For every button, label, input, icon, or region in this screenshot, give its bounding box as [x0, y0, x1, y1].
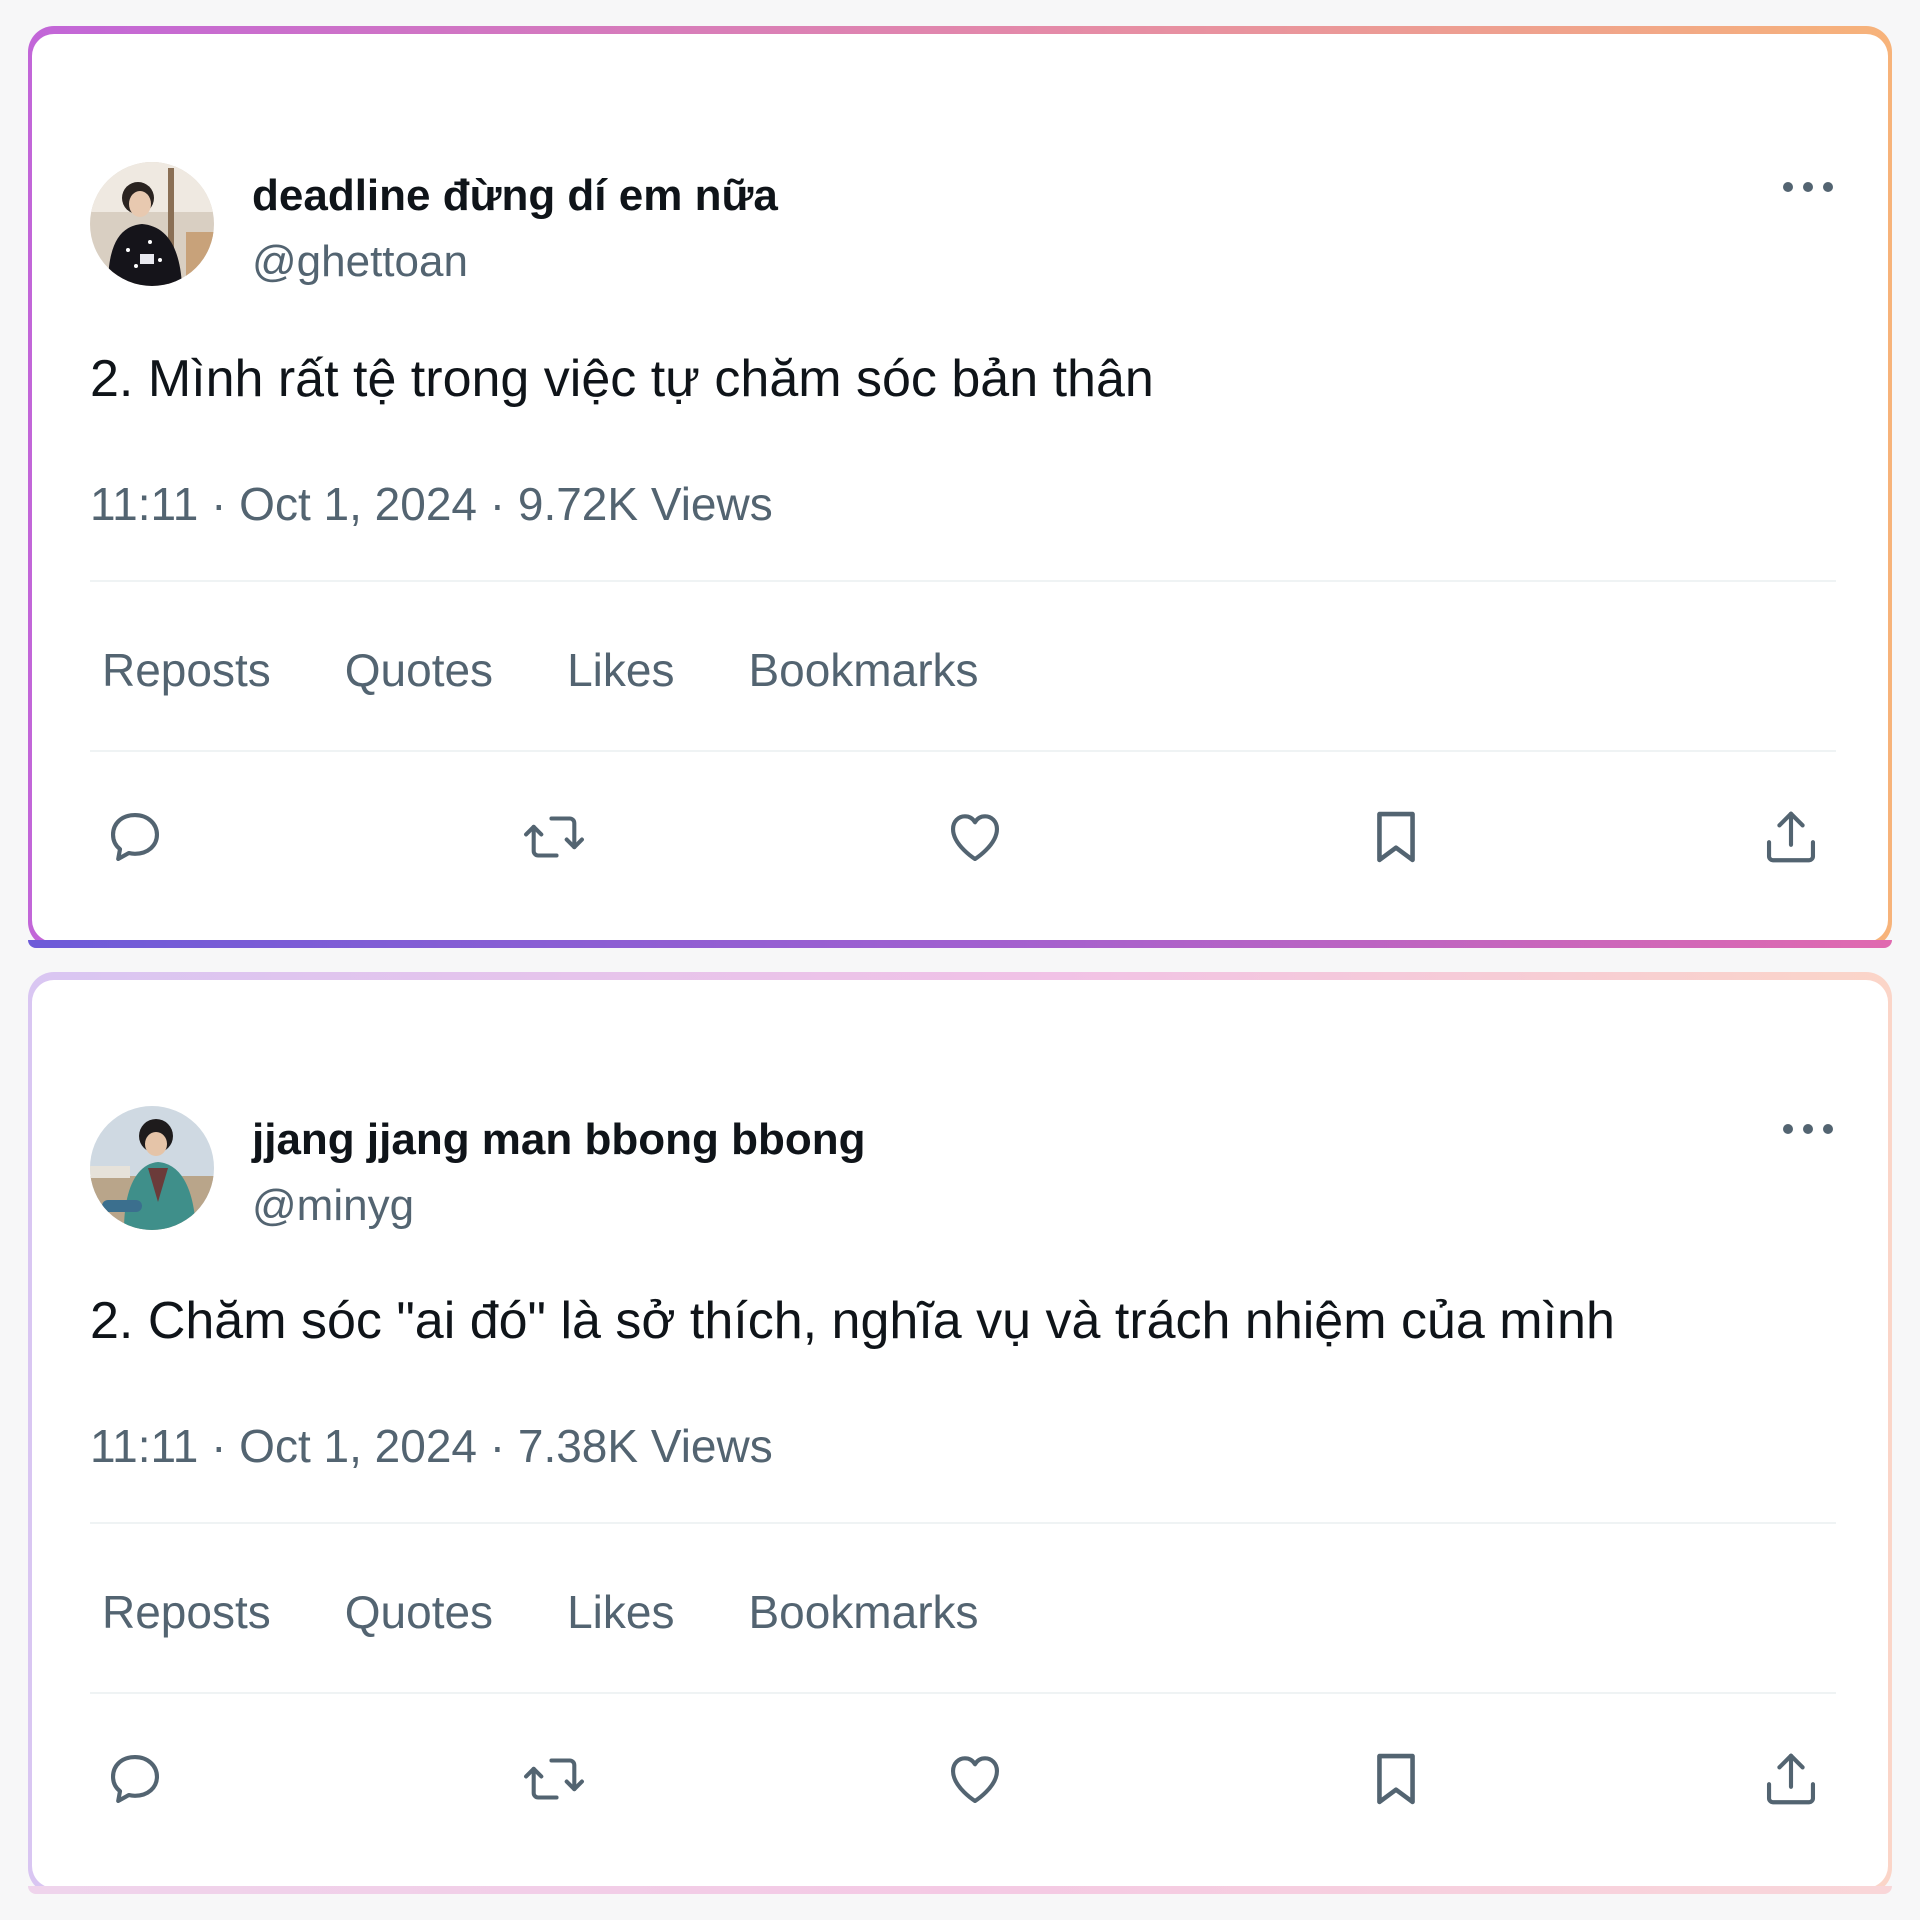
stat-bookmarks[interactable]: Bookmarks	[748, 1580, 978, 1644]
tweet-text: 2. Chăm sóc "ai đó" là sở thích, nghĩa v…	[90, 1292, 1615, 1350]
author-names: jjang jjang man bbong bbong @minyg	[252, 1106, 866, 1240]
stat-quotes[interactable]: Quotes	[345, 1580, 493, 1644]
bookmark-button[interactable]	[1351, 792, 1441, 882]
stat-quotes[interactable]: Quotes	[345, 638, 493, 702]
tweet-actions	[90, 792, 1836, 882]
tweet-text: 2. Mình rất tệ trong việc tự chăm sóc bả…	[90, 350, 1154, 408]
stat-reposts[interactable]: Reposts	[102, 638, 271, 702]
tweet-card-frame: jjang jjang man bbong bbong @minyg 2. Ch…	[28, 972, 1892, 1894]
divider	[90, 750, 1836, 752]
heart-icon	[950, 814, 1000, 862]
author-handle[interactable]: @ghettoan	[252, 228, 778, 296]
reply-button[interactable]	[90, 792, 180, 882]
more-horizontal-icon[interactable]	[1780, 172, 1836, 202]
tweet-card-frame: deadline đừng dí em nữa @ghettoan 2. Mìn…	[28, 26, 1892, 948]
stat-reposts[interactable]: Reposts	[102, 1580, 271, 1644]
divider	[90, 1522, 1836, 1524]
stat-bookmarks[interactable]: Bookmarks	[748, 638, 978, 702]
bookmark-icon	[1377, 1753, 1415, 1805]
share-icon	[1766, 811, 1816, 863]
author-names: deadline đừng dí em nữa @ghettoan	[252, 162, 778, 296]
reply-button[interactable]	[90, 1734, 180, 1824]
avatar[interactable]	[90, 162, 214, 286]
share-icon	[1766, 1753, 1816, 1805]
reply-icon	[110, 1754, 160, 1804]
divider	[90, 1692, 1836, 1694]
stat-likes[interactable]: Likes	[567, 1580, 674, 1644]
tweet-card: deadline đừng dí em nữa @ghettoan 2. Mìn…	[32, 34, 1888, 942]
like-button[interactable]	[930, 1734, 1020, 1824]
repost-icon	[524, 816, 584, 858]
tweet-header: jjang jjang man bbong bbong @minyg	[90, 1106, 866, 1240]
bookmark-icon	[1377, 811, 1415, 863]
share-button[interactable]	[1746, 792, 1836, 882]
tweet-meta: 11:11 · Oct 1, 2024 · 9.72K Views	[90, 478, 773, 530]
heart-icon	[950, 1756, 1000, 1804]
more-horizontal-icon[interactable]	[1780, 1114, 1836, 1144]
author-display-name[interactable]: deadline đừng dí em nữa	[252, 164, 778, 228]
tweet-card: jjang jjang man bbong bbong @minyg 2. Ch…	[32, 980, 1888, 1888]
repost-button[interactable]	[509, 792, 599, 882]
tweet-stats: Reposts Quotes Likes Bookmarks	[102, 638, 1053, 702]
like-button[interactable]	[930, 792, 1020, 882]
divider	[90, 580, 1836, 582]
avatar[interactable]	[90, 1106, 214, 1230]
author-display-name[interactable]: jjang jjang man bbong bbong	[252, 1108, 866, 1172]
repost-icon	[524, 1758, 584, 1800]
tweet-stats: Reposts Quotes Likes Bookmarks	[102, 1580, 1053, 1644]
bookmark-button[interactable]	[1351, 1734, 1441, 1824]
tweet-actions	[90, 1734, 1836, 1824]
stat-likes[interactable]: Likes	[567, 638, 674, 702]
tweet-meta: 11:11 · Oct 1, 2024 · 7.38K Views	[90, 1420, 773, 1472]
share-button[interactable]	[1746, 1734, 1836, 1824]
repost-button[interactable]	[509, 1734, 599, 1824]
author-handle[interactable]: @minyg	[252, 1172, 866, 1240]
tweet-header: deadline đừng dí em nữa @ghettoan	[90, 162, 778, 296]
screenshot-stage: deadline đừng dí em nữa @ghettoan 2. Mìn…	[0, 0, 1920, 1920]
reply-icon	[110, 812, 160, 862]
